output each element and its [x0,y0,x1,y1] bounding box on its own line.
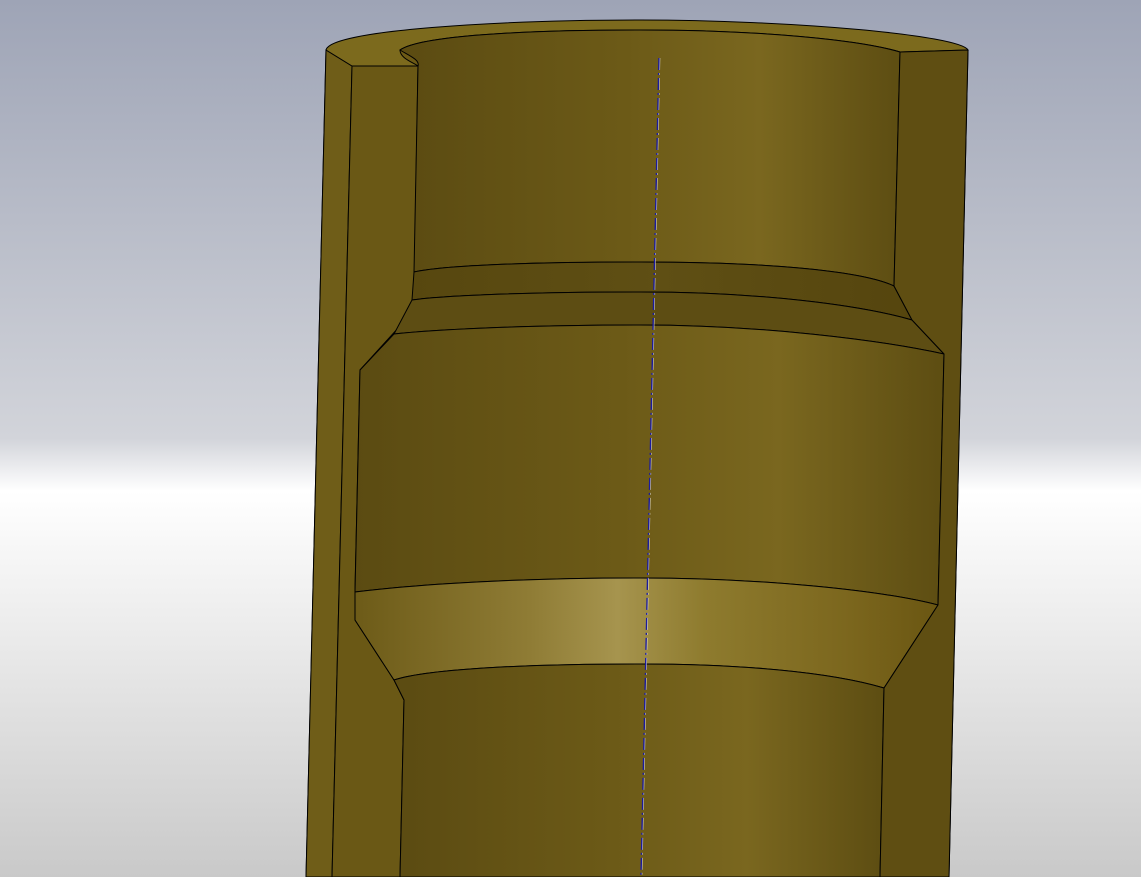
section-view-canvas[interactable] [0,0,1141,877]
upper-bore-surface [399,29,901,287]
lower-bore-surface [393,663,885,877]
graphics-viewport[interactable] [0,0,1141,877]
